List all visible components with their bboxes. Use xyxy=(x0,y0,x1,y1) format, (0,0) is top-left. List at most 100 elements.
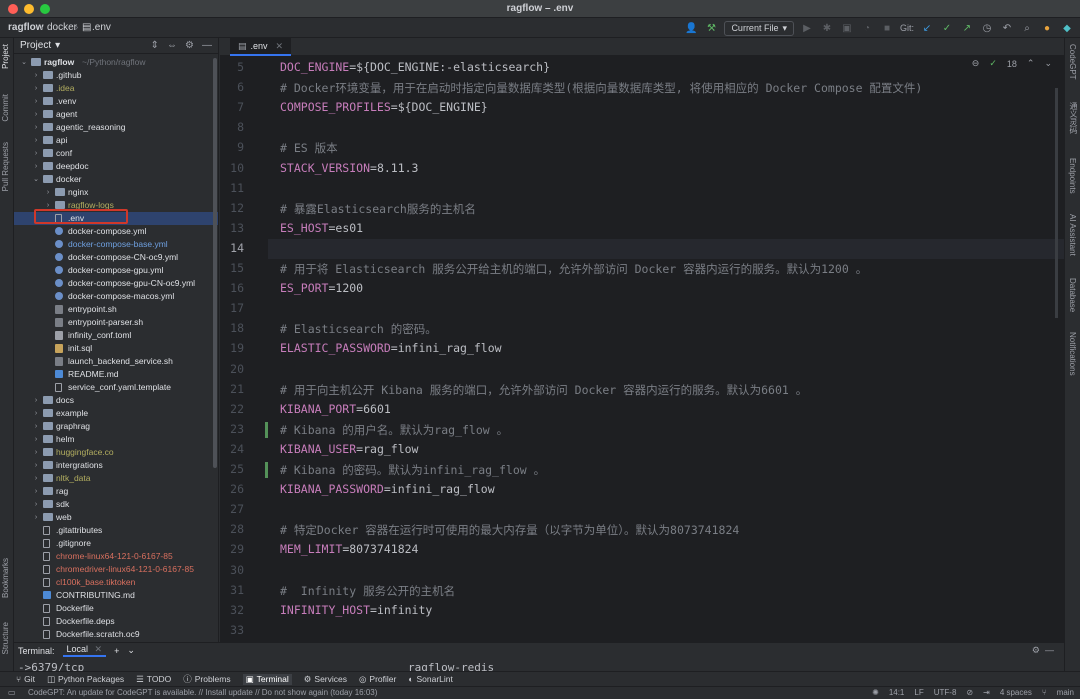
tree-file[interactable]: README.md xyxy=(14,368,218,381)
chevron-right-icon[interactable]: › xyxy=(32,108,40,121)
editor-scrollbar[interactable] xyxy=(1055,88,1058,318)
chevron-right-icon[interactable]: › xyxy=(32,420,40,433)
indent-setting[interactable]: 4 spaces xyxy=(1000,688,1032,697)
stripe-commit-tab[interactable]: Commit xyxy=(1,94,10,122)
search-icon[interactable]: ⌕ xyxy=(1020,21,1034,35)
tree-folder[interactable]: › .venv xyxy=(14,95,218,108)
tree-file[interactable]: entrypoint.sh xyxy=(14,303,218,316)
tree-file[interactable]: entrypoint-parser.sh xyxy=(14,316,218,329)
coverage-icon[interactable]: ▣ xyxy=(840,21,854,35)
chevron-right-icon[interactable]: › xyxy=(44,186,52,199)
chevron-right-icon[interactable]: › xyxy=(32,160,40,173)
tree-folder[interactable]: › api xyxy=(14,134,218,147)
tree-folder[interactable]: › graphrag xyxy=(14,420,218,433)
stripe-ai-assistant-tab[interactable]: AI Assistant xyxy=(1068,214,1077,256)
tree-folder[interactable]: › .idea xyxy=(14,82,218,95)
chevron-right-icon[interactable]: › xyxy=(32,95,40,108)
user-icon[interactable]: 👤 xyxy=(684,21,698,35)
tree-file[interactable]: docker-compose-gpu.yml xyxy=(14,264,218,277)
rollback-icon[interactable]: ↶ xyxy=(1000,21,1014,35)
stripe-endpoints-tab[interactable]: Endpoints xyxy=(1068,158,1077,194)
tree-folder[interactable]: › intergrations xyxy=(14,459,218,472)
tree-folder[interactable]: › rag xyxy=(14,485,218,498)
project-panel-title[interactable]: Project xyxy=(20,40,51,51)
git-commit-icon[interactable]: ✓ xyxy=(940,21,954,35)
stripe-project-tab[interactable]: Project xyxy=(1,44,10,69)
tree-folder[interactable]: › agentic_reasoning xyxy=(14,121,218,134)
file-encoding[interactable]: UTF-8 xyxy=(934,688,957,697)
tree-folder[interactable]: ⌄ ragflow ~/Python/ragflow xyxy=(14,56,218,69)
tree-file[interactable]: launch_backend_service.sh xyxy=(14,355,218,368)
breadcrumb-folder[interactable]: docker xyxy=(47,22,77,33)
run-icon[interactable]: ▶ xyxy=(800,21,814,35)
tree-file[interactable]: Dockerfile xyxy=(14,602,218,615)
gear-icon[interactable]: ⚙ — xyxy=(1032,645,1064,656)
tree-file[interactable]: Dockerfile.deps xyxy=(14,615,218,628)
tree-folder[interactable]: › agent xyxy=(14,108,218,121)
run-configuration-select[interactable]: Current File ▾ xyxy=(724,20,794,36)
stripe-notifications-tab[interactable]: Notifications xyxy=(1068,332,1077,376)
tree-folder[interactable]: › helm xyxy=(14,433,218,446)
chevron-right-icon[interactable]: › xyxy=(32,121,40,134)
jetbrains-logo-icon[interactable]: ◆ xyxy=(1060,21,1074,35)
tree-file[interactable]: cl100k_base.tiktoken xyxy=(14,576,218,589)
terminal-tab-local[interactable]: Local ✕ xyxy=(62,644,107,657)
chevron-right-icon[interactable]: › xyxy=(32,498,40,511)
chevron-down-icon[interactable]: ▾ xyxy=(55,40,60,51)
git-update-icon[interactable]: ↙ xyxy=(920,21,934,35)
tree-folder[interactable]: › .github xyxy=(14,69,218,82)
chevron-right-icon[interactable]: › xyxy=(32,147,40,160)
collapse-all-icon[interactable]: ⇔ xyxy=(167,40,177,51)
breadcrumb-file[interactable]: .env xyxy=(92,22,111,33)
chevron-right-icon[interactable]: › xyxy=(32,394,40,407)
chevron-right-icon[interactable]: › xyxy=(32,485,40,498)
updates-icon[interactable]: ● xyxy=(1040,21,1054,35)
tree-file[interactable]: docker-compose.yml xyxy=(14,225,218,238)
tree-file[interactable]: service_conf.yaml.template xyxy=(14,381,218,394)
debug-icon[interactable]: ✱ xyxy=(820,21,834,35)
chevron-right-icon[interactable]: › xyxy=(32,69,40,82)
tree-file[interactable]: chrome-linux64-121-0-6167-85 xyxy=(14,550,218,563)
tree-folder[interactable]: › sdk xyxy=(14,498,218,511)
chevron-down-icon[interactable]: ⌄ xyxy=(1044,58,1052,69)
tree-file[interactable]: init.sql xyxy=(14,342,218,355)
tab-env-file[interactable]: ▤ .env ✕ xyxy=(230,38,292,56)
chevron-right-icon[interactable]: › xyxy=(32,511,40,524)
notification-icon[interactable]: ▭ xyxy=(8,688,16,697)
stripe-codegpt-tab[interactable]: CodeGPT xyxy=(1068,44,1077,80)
stop-icon[interactable]: ■ xyxy=(880,21,894,35)
tool-window-sonarlint[interactable]: ◐ SonarLint xyxy=(408,674,453,684)
code-view[interactable]: DOC_ENGINE=${DOC_ENGINE:-elasticsearch} #… xyxy=(268,56,1064,642)
tree-folder[interactable]: › docs xyxy=(14,394,218,407)
chevron-down-icon[interactable]: ⌄ xyxy=(127,645,135,656)
ai-status-icon[interactable]: ✺ xyxy=(872,688,879,697)
tree-file[interactable]: .gitignore xyxy=(14,537,218,550)
history-icon[interactable]: ◷ xyxy=(980,21,994,35)
expand-all-icon[interactable]: ⇕ xyxy=(151,40,159,51)
tree-file[interactable]: docker-compose-CN-oc9.yml xyxy=(14,251,218,264)
chevron-down-icon[interactable]: ⌄ xyxy=(20,56,28,69)
add-icon[interactable]: + xyxy=(114,646,119,656)
hide-panel-icon[interactable]: — xyxy=(202,40,212,51)
tree-folder[interactable]: › nginx xyxy=(14,186,218,199)
stripe-pull-requests-tab[interactable]: Pull Requests xyxy=(1,142,10,191)
line-separator[interactable]: LF xyxy=(914,688,923,697)
tool-window-terminal[interactable]: ▣ Terminal xyxy=(242,673,292,685)
status-message[interactable]: CodeGPT: An update for CodeGPT is availa… xyxy=(28,688,377,697)
chevron-right-icon[interactable]: › xyxy=(32,134,40,147)
tool-window-todo[interactable]: ☰ TODO xyxy=(136,674,171,685)
tool-window-profiler[interactable]: ◎ Profiler xyxy=(359,674,396,685)
chevron-right-icon[interactable]: › xyxy=(32,446,40,459)
chevron-right-icon[interactable]: › xyxy=(32,433,40,446)
git-branch[interactable]: main xyxy=(1057,688,1074,697)
profile-icon[interactable]: ◔ xyxy=(860,21,874,35)
tree-folder[interactable]: › huggingface.co xyxy=(14,446,218,459)
tree-folder[interactable]: › example xyxy=(14,407,218,420)
breadcrumb-project[interactable]: ragflow xyxy=(8,22,44,33)
stripe-structure-tab[interactable]: Structure xyxy=(1,622,10,654)
chevron-right-icon[interactable]: › xyxy=(32,459,40,472)
close-icon[interactable]: ✕ xyxy=(276,41,284,52)
stripe-tongyi-tab[interactable]: 通义灵码 xyxy=(1068,102,1079,134)
chevron-up-icon[interactable]: ⌃ xyxy=(1027,58,1035,69)
tree-file[interactable]: chromedriver-linux64-121-0-6167-85 xyxy=(14,563,218,576)
